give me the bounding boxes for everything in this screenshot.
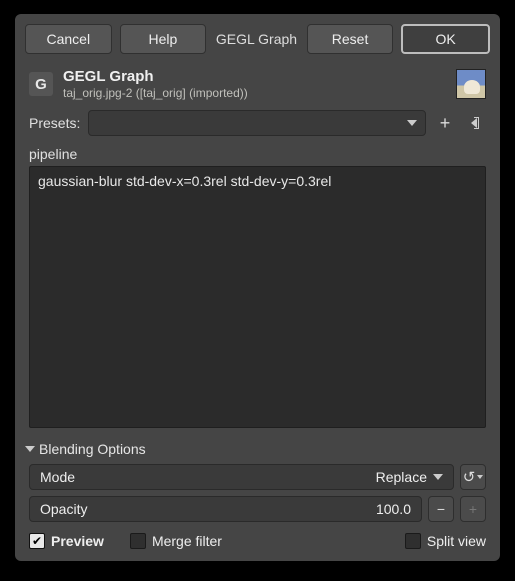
cancel-label: Cancel [47, 31, 91, 47]
help-button[interactable]: Help [120, 24, 207, 54]
reset-button[interactable]: Reset [307, 24, 394, 54]
chevron-down-icon [25, 446, 35, 452]
opacity-increase-button[interactable]: + [460, 496, 486, 522]
chevron-down-icon [407, 120, 417, 126]
plus-icon: + [469, 501, 477, 517]
chevron-down-icon [477, 475, 483, 479]
ok-button[interactable]: OK [401, 24, 490, 54]
minus-icon: − [437, 501, 445, 517]
header-subtitle: taj_orig.jpg-2 ([taj_orig] (imported)) [63, 86, 248, 100]
opacity-value: 100.0 [376, 501, 411, 517]
presets-label: Presets: [29, 115, 80, 131]
preset-manage-button[interactable] [464, 112, 486, 134]
chevron-down-icon [433, 474, 443, 480]
split-view-label: Split view [427, 533, 486, 549]
merge-filter-label: Merge filter [152, 533, 222, 549]
mode-reset-button[interactable]: ↺ [460, 464, 486, 490]
reset-icon: ↺ [463, 470, 476, 485]
cancel-button[interactable]: Cancel [25, 24, 112, 54]
preset-manage-icon [471, 117, 479, 129]
opacity-decrease-button[interactable]: − [428, 496, 454, 522]
blending-options-toggle[interactable]: Blending Options [15, 431, 500, 461]
reset-label: Reset [332, 31, 369, 47]
preview-checkbox[interactable]: ✔ [29, 533, 45, 549]
mode-label: Mode [40, 469, 75, 485]
opacity-label: Opacity [40, 501, 87, 517]
blending-options-label: Blending Options [39, 441, 146, 457]
pipeline-label: pipeline [15, 140, 500, 166]
mode-value: Replace [376, 469, 427, 485]
preview-label: Preview [51, 533, 104, 549]
split-view-checkbox[interactable] [405, 533, 421, 549]
presets-combo[interactable] [88, 110, 426, 136]
gegl-icon: G [29, 72, 53, 96]
help-label: Help [148, 31, 177, 47]
opacity-slider[interactable]: Opacity 100.0 [29, 496, 422, 522]
image-thumbnail[interactable] [456, 69, 486, 99]
ok-label: OK [436, 31, 456, 47]
pipeline-textarea[interactable] [29, 166, 486, 428]
preset-add-button[interactable]: + [434, 112, 456, 134]
merge-filter-checkbox[interactable] [130, 533, 146, 549]
plus-icon: + [440, 114, 451, 132]
header-title: GEGL Graph [63, 68, 248, 85]
dialog-title: GEGL Graph [214, 24, 299, 54]
mode-selector[interactable]: Mode Replace [29, 464, 454, 490]
